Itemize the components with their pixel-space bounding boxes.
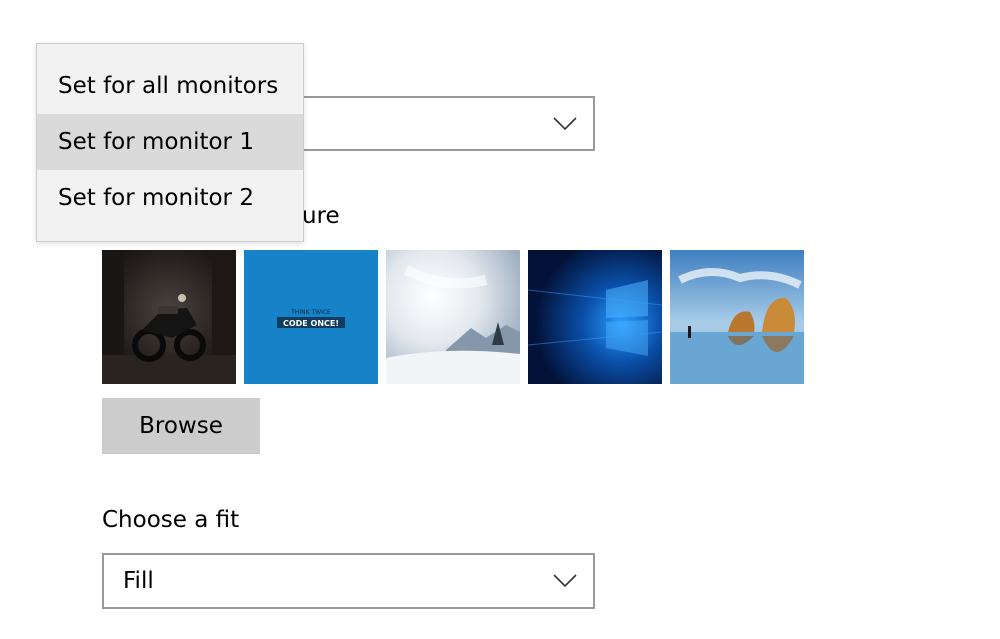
fit-select-dropdown[interactable]: Fill — [102, 553, 595, 609]
menu-item-set-monitor-2[interactable]: Set for monitor 2 — [37, 170, 303, 226]
menu-item-set-monitor-1[interactable]: Set for monitor 1 — [37, 114, 303, 170]
windows-hero-image — [528, 250, 662, 384]
code-once-image: THINK TWICE CODE ONCE! — [244, 250, 378, 384]
motorcycle-image — [102, 250, 236, 384]
thumbnail-windows-hero[interactable] — [528, 250, 662, 384]
thumbnail-beach[interactable] — [670, 250, 804, 384]
fit-select-value: Fill — [123, 568, 154, 594]
thumbnail-motorcycle[interactable] — [102, 250, 236, 384]
browse-button[interactable]: Browse — [102, 398, 260, 454]
menu-item-set-all-monitors[interactable]: Set for all monitors — [37, 58, 303, 114]
beach-rocks-image — [670, 250, 804, 384]
snowy-mountain-image — [386, 250, 520, 384]
monitor-context-menu: Set for all monitors Set for monitor 1 S… — [36, 43, 304, 242]
background-settings-page: ure THINK TWICE CODE ONCE! Browse Choose… — [0, 0, 1000, 639]
svg-text:THINK TWICE: THINK TWICE — [290, 309, 331, 316]
thumbnail-snowy-mountain[interactable] — [386, 250, 520, 384]
choose-fit-label: Choose a fit — [102, 507, 240, 533]
svg-text:CODE ONCE!: CODE ONCE! — [283, 319, 339, 328]
chevron-down-icon — [553, 574, 577, 588]
thumbnail-code-once[interactable]: THINK TWICE CODE ONCE! — [244, 250, 378, 384]
picture-thumbnails: THINK TWICE CODE ONCE! — [102, 250, 804, 384]
chevron-down-icon — [553, 116, 577, 130]
